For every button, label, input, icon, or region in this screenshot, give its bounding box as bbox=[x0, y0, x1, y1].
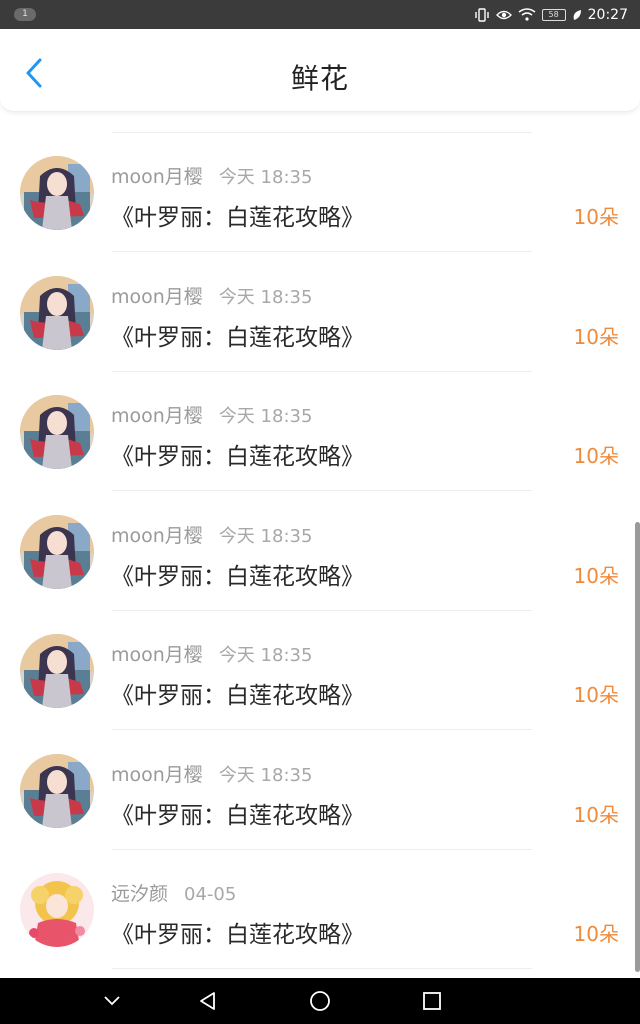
recents-nav-button[interactable] bbox=[402, 978, 462, 1024]
sender-line: moon月樱 今天 18:35 bbox=[111, 640, 312, 667]
book-title[interactable]: 《叶罗丽：白莲花攻略》 bbox=[111, 796, 364, 830]
back-nav-button[interactable] bbox=[178, 978, 238, 1024]
chevron-down-icon bbox=[104, 996, 120, 1006]
sender-line: moon月樱 今天 18:35 bbox=[111, 521, 312, 548]
wifi-icon bbox=[518, 0, 536, 29]
home-nav-button[interactable] bbox=[290, 978, 350, 1024]
timestamp: 今天 18:35 bbox=[218, 645, 313, 666]
avatar[interactable] bbox=[20, 753, 94, 828]
list-item[interactable]: moon月樱 今天 18:35 《叶罗丽：白莲花攻略》 10朵 bbox=[0, 471, 640, 611]
back-triangle-icon bbox=[200, 992, 215, 1010]
timestamp: 04-05 bbox=[184, 884, 237, 905]
sender-line: moon月樱 今天 18:35 bbox=[111, 162, 312, 189]
avatar[interactable] bbox=[20, 156, 94, 230]
list-item[interactable]: moon月樱 今天 18:35 《叶罗丽：白莲花攻略》 10朵 bbox=[0, 112, 640, 252]
timestamp: 今天 18:35 bbox=[218, 286, 313, 308]
book-title[interactable]: 《叶罗丽：白莲花攻略》 bbox=[111, 557, 364, 591]
notification-badge: 1 bbox=[14, 8, 36, 21]
header: 鲜花 bbox=[0, 29, 640, 112]
list-item[interactable]: 远汐颜 04-05 《叶罗丽：白莲花攻略》 10朵 bbox=[0, 829, 640, 969]
list-item[interactable]: moon月樱 今天 18:35 《叶罗丽：白莲花攻略》 10朵 bbox=[0, 232, 640, 372]
status-bar: 1 58 20:27 bbox=[0, 0, 640, 29]
sender-line: moon月樱 今天 18:35 bbox=[111, 760, 312, 787]
avatar[interactable] bbox=[20, 634, 94, 708]
avatar[interactable] bbox=[20, 514, 94, 589]
flower-count: 10朵 bbox=[573, 802, 619, 827]
leaf-icon bbox=[572, 0, 582, 29]
avatar[interactable] bbox=[20, 873, 94, 947]
flower-count: 10朵 bbox=[573, 324, 619, 349]
timestamp: 今天 18:35 bbox=[218, 525, 313, 547]
list-item[interactable]: moon月樱 今天 18:35 《叶罗丽：白莲花攻略》 10朵 bbox=[0, 351, 640, 491]
scrollbar[interactable] bbox=[635, 522, 640, 972]
status-icons: 58 20:27 bbox=[474, 0, 628, 29]
flower-count: 10朵 bbox=[573, 205, 619, 229]
list-item[interactable]: moon月樱 今天 18:35 《叶罗丽：白莲花攻略》 10朵 bbox=[0, 710, 640, 850]
sender-name[interactable]: moon月樱 bbox=[111, 764, 203, 786]
sender-name[interactable]: moon月樱 bbox=[111, 166, 203, 188]
navigation-bar bbox=[0, 978, 640, 1024]
flower-count: 10朵 bbox=[573, 683, 619, 707]
vibrate-icon bbox=[474, 0, 490, 29]
sender-line: moon月樱 今天 18:35 bbox=[111, 401, 312, 428]
flower-count: 10朵 bbox=[573, 444, 619, 468]
book-title[interactable]: 《叶罗丽：白莲花攻略》 bbox=[111, 198, 364, 232]
avatar[interactable] bbox=[20, 275, 94, 350]
page-title: 鲜花 bbox=[290, 62, 349, 95]
sender-line: moon月樱 今天 18:35 bbox=[111, 282, 312, 309]
timestamp: 今天 18:35 bbox=[218, 167, 313, 188]
clock: 20:27 bbox=[587, 6, 628, 23]
hide-keyboard-button[interactable] bbox=[82, 978, 142, 1024]
home-circle-icon bbox=[310, 991, 330, 1011]
book-title[interactable]: 《叶罗丽：白莲花攻略》 bbox=[111, 437, 364, 471]
battery-icon: 58 bbox=[541, 8, 566, 21]
sender-name[interactable]: 远汐颜 bbox=[111, 883, 168, 905]
book-title[interactable]: 《叶罗丽：白莲花攻略》 bbox=[111, 676, 364, 710]
flower-list[interactable]: moon月樱 今天 18:35 《叶罗丽：白莲花攻略》 10朵 moon月樱 今天 18… bbox=[0, 112, 640, 978]
recents-square-icon bbox=[423, 992, 441, 1010]
flower-count: 10朵 bbox=[573, 922, 619, 946]
timestamp: 今天 18:35 bbox=[218, 764, 313, 786]
sender-name[interactable]: moon月樱 bbox=[111, 644, 203, 666]
divider bbox=[112, 968, 532, 969]
book-title[interactable]: 《叶罗丽：白莲花攻略》 bbox=[111, 915, 364, 949]
avatar[interactable] bbox=[20, 395, 94, 469]
eye-icon bbox=[495, 0, 512, 29]
book-title[interactable]: 《叶罗丽：白莲花攻略》 bbox=[111, 318, 364, 352]
sender-name[interactable]: moon月樱 bbox=[111, 525, 203, 547]
flower-count: 10朵 bbox=[573, 563, 619, 588]
list-item[interactable]: moon月樱 今天 18:35 《叶罗丽：白莲花攻略》 10朵 bbox=[0, 590, 640, 730]
sender-name[interactable]: moon月樱 bbox=[111, 286, 203, 308]
sender-line: 远汐颜 04-05 bbox=[111, 879, 236, 906]
timestamp: 今天 18:35 bbox=[218, 406, 313, 427]
sender-name[interactable]: moon月樱 bbox=[111, 405, 203, 427]
